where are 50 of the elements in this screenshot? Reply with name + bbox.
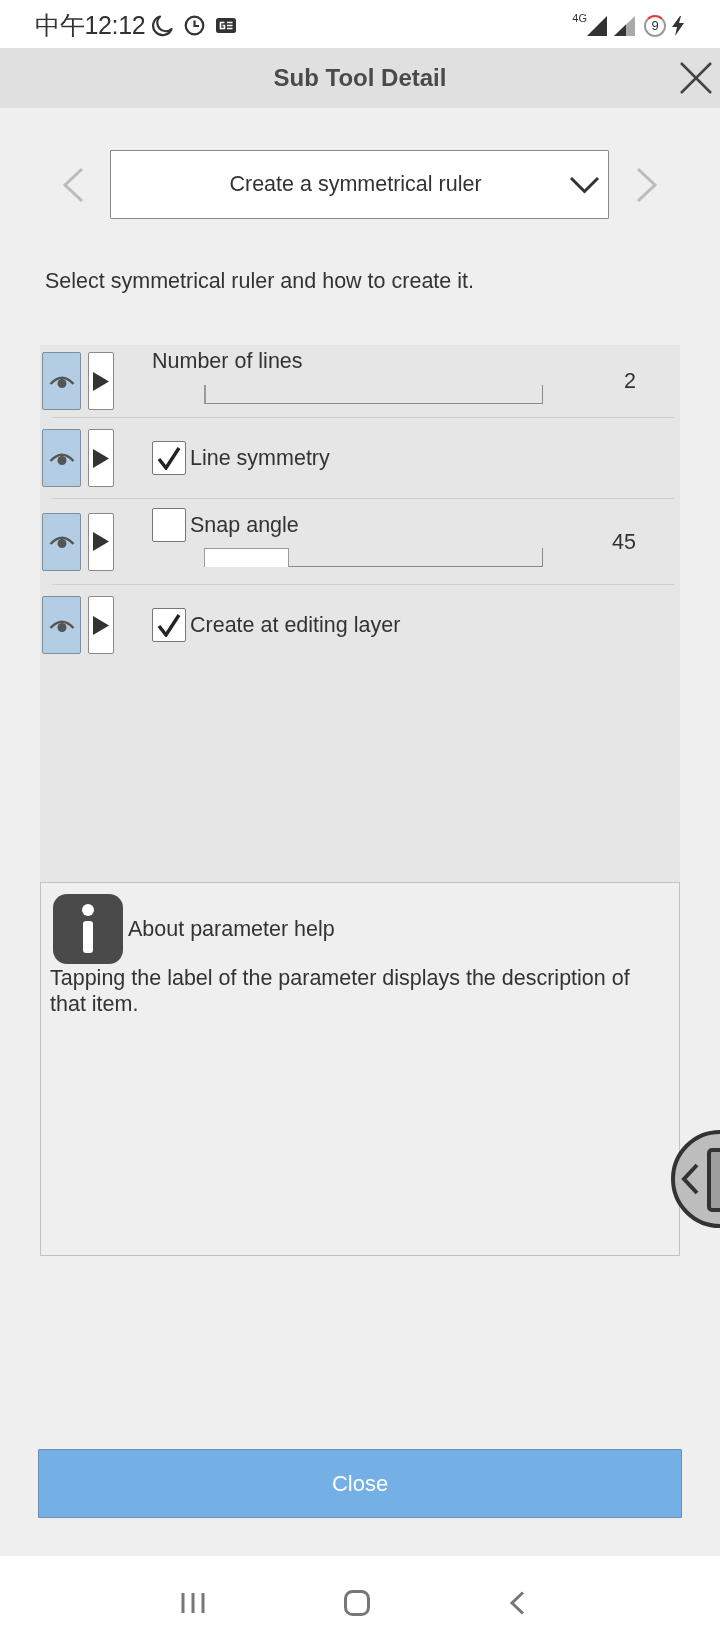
help-text: Tapping the label of the parameter displays the description of that item. <box>50 965 631 1017</box>
slider-thumb[interactable] <box>204 548 289 567</box>
info-icon <box>53 894 123 964</box>
help-title: About parameter help <box>128 916 335 942</box>
visibility-button[interactable] <box>42 352 81 410</box>
checkbox[interactable] <box>152 441 186 475</box>
checkbox[interactable] <box>152 608 186 642</box>
description-text: Select symmetrical ruler and how to create it. <box>45 268 475 294</box>
slider-track[interactable] <box>204 548 543 567</box>
triangle-right-icon <box>93 371 109 391</box>
expand-button[interactable] <box>88 596 114 654</box>
parameter-label[interactable]: Create at editing layer <box>190 612 401 638</box>
parameter-label[interactable]: Snap angle <box>190 512 299 538</box>
panel-toggle-button[interactable] <box>670 1128 720 1230</box>
caret-icon <box>569 175 600 194</box>
triangle-right-icon <box>93 532 109 551</box>
triangle-right-icon <box>93 448 109 468</box>
panel-icon <box>707 1148 720 1212</box>
check-icon <box>157 446 181 470</box>
charging-icon <box>672 15 684 36</box>
parameter-value: 2 <box>624 368 636 394</box>
status-time: 中午12:12 <box>35 10 146 41</box>
network-type-label: 4G <box>572 12 587 24</box>
visibility-button[interactable] <box>42 512 81 571</box>
home-icon[interactable] <box>344 1590 370 1616</box>
triangle-right-icon <box>93 615 109 635</box>
expand-button[interactable] <box>88 512 114 571</box>
parameter-label[interactable]: Line symmetry <box>190 445 330 471</box>
visibility-button[interactable] <box>42 596 81 654</box>
dialog-title: Sub Tool Detail <box>273 64 447 92</box>
slider-track[interactable] <box>204 385 543 404</box>
signal-icon <box>614 15 635 36</box>
chevron-left-icon <box>681 1163 699 1195</box>
check-icon <box>157 613 181 637</box>
parameter-label[interactable]: Number of lines <box>152 348 303 374</box>
signal-icon <box>587 15 607 36</box>
clock-icon <box>184 15 206 36</box>
expand-button[interactable] <box>88 429 114 487</box>
recent-apps-icon[interactable] <box>181 1591 205 1615</box>
checkbox[interactable] <box>152 508 186 542</box>
expand-button[interactable] <box>88 352 114 410</box>
tool-dropdown[interactable]: Create a symmetrical ruler <box>110 150 609 219</box>
eye-icon <box>48 534 75 549</box>
battery-percent: 9 <box>644 14 666 37</box>
moon-icon <box>151 14 174 37</box>
close-icon[interactable] <box>679 61 713 95</box>
parameter-value: 45 <box>612 529 636 554</box>
visibility-button[interactable] <box>42 429 81 487</box>
back-icon[interactable] <box>509 1591 525 1615</box>
notification-icon <box>216 18 237 33</box>
